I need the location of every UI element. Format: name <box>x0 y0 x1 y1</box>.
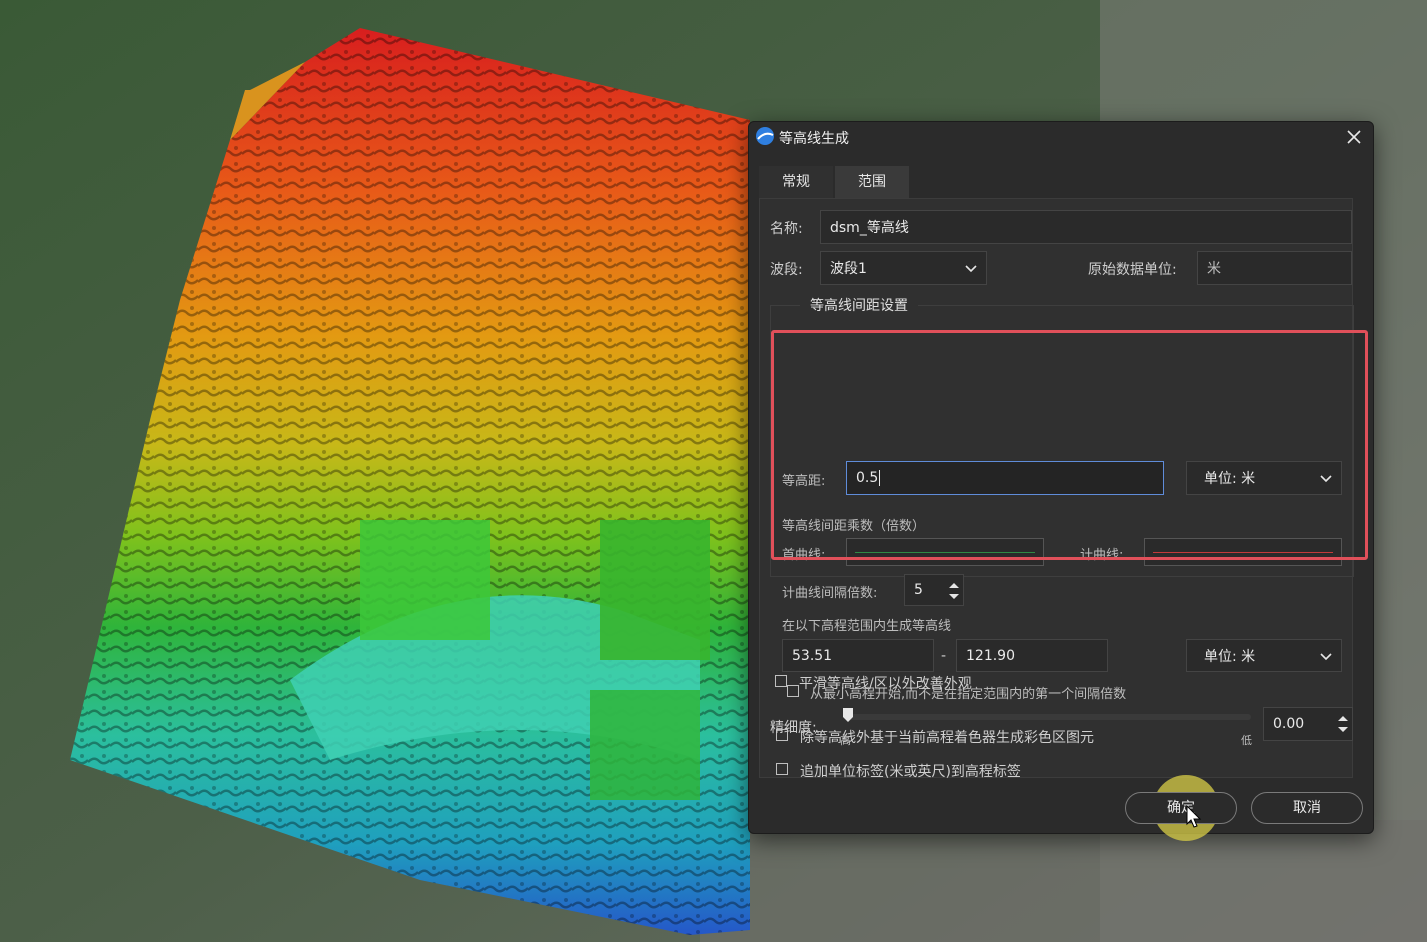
close-icon[interactable] <box>1341 124 1367 150</box>
smooth-label: 平滑等高线/区以外改善外观 <box>799 676 972 692</box>
name-label: 名称: <box>770 221 803 237</box>
range-max-input[interactable]: 121.90 <box>956 639 1108 672</box>
unit-label-label: 追加单位标签(米或英尺)到高程标签 <box>800 764 1021 780</box>
tab-range[interactable]: 范围 <box>835 166 909 198</box>
range-min-input[interactable]: 53.51 <box>782 639 934 672</box>
band-label: 波段: <box>770 262 803 278</box>
index-interval-label: 计曲线间隔倍数: <box>782 586 878 601</box>
name-input-value: dsm_等高线 <box>830 220 909 236</box>
index-interval-value: 5 <box>914 582 923 598</box>
contour-dialog: 等高线生成 常规 范围 名称: dsm_等高线 波段: 波段1 原始数据单位: … <box>748 121 1374 841</box>
index-interval-spinbox[interactable]: 5 <box>904 574 964 606</box>
start-min-checkbox[interactable] <box>787 685 799 697</box>
orig-unit-value: 米 <box>1207 261 1221 277</box>
precision-spinbox[interactable]: 0.00 <box>1263 707 1353 741</box>
dialog-title: 等高线生成 <box>779 131 849 147</box>
orig-unit-label: 原始数据单位: <box>1088 262 1177 278</box>
precision-label: 精细度: <box>770 720 817 736</box>
chevron-down-icon <box>965 265 977 273</box>
ok-button[interactable]: 确定 <box>1125 792 1237 824</box>
range-unit-value: 单位: 米 <box>1204 648 1256 665</box>
band-select-value: 波段1 <box>830 261 867 277</box>
interval-group-title: 等高线间距设置 <box>800 295 918 315</box>
orig-unit-field: 米 <box>1197 251 1352 285</box>
cancel-button[interactable]: 取消 <box>1251 792 1363 824</box>
slider-low-label: 低 <box>1241 734 1252 747</box>
smooth-checkbox[interactable] <box>775 675 787 687</box>
chevron-down-icon <box>1320 652 1332 660</box>
mouse-cursor-icon <box>1186 805 1202 828</box>
range-separator: - <box>941 648 947 664</box>
range-min-value: 53.51 <box>792 647 833 664</box>
slider-high-label: 高 <box>840 734 851 747</box>
precision-slider-thumb[interactable] <box>843 708 853 722</box>
precision-value: 0.00 <box>1273 716 1305 732</box>
unit-label-checkbox[interactable] <box>776 763 788 775</box>
name-input[interactable]: dsm_等高线 <box>820 210 1352 244</box>
annotation-highlight-box <box>771 330 1368 560</box>
precision-slider-track[interactable] <box>845 714 1251 720</box>
spin-arrows-icon[interactable] <box>945 575 963 607</box>
band-select[interactable]: 波段1 <box>820 251 987 285</box>
range-unit-select[interactable]: 单位: 米 <box>1186 639 1342 672</box>
spin-arrows-icon[interactable] <box>1334 708 1352 740</box>
range-max-value: 121.90 <box>966 647 1015 664</box>
app-logo-icon <box>756 127 774 145</box>
range-label: 在以下高程范围内生成等高线 <box>782 619 952 634</box>
tab-general[interactable]: 常规 <box>759 166 833 198</box>
dialog-titlebar[interactable]: 等高线生成 <box>749 122 1373 152</box>
